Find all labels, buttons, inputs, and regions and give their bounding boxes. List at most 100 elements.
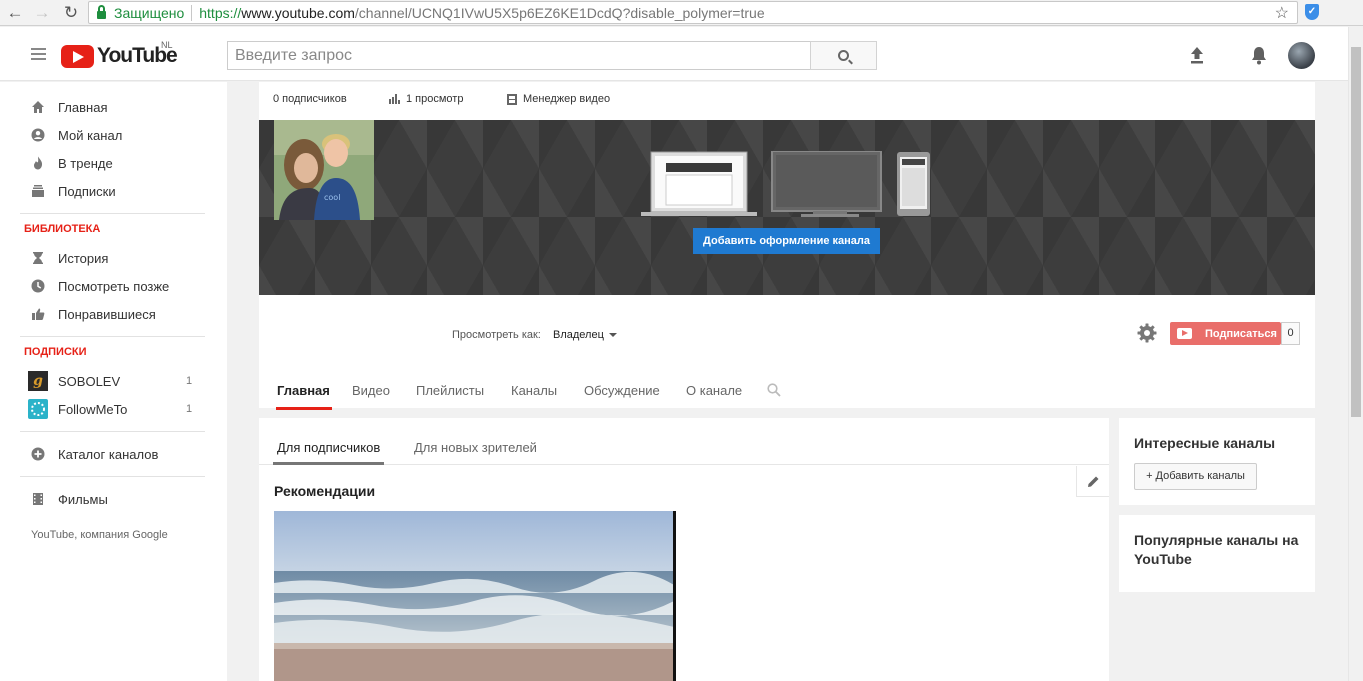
subscriber-count: 0 подписчиков bbox=[273, 93, 347, 105]
tab-for-new-viewers[interactable]: Для новых зрителей bbox=[414, 440, 537, 455]
featured-channels-card: Интересные каналы + Добавить каналы bbox=[1119, 418, 1315, 505]
search-input[interactable]: Введите запрос bbox=[227, 41, 811, 70]
tab-for-subscribers[interactable]: Для подписчиков bbox=[272, 440, 385, 465]
sidebar-item-label: Главная bbox=[58, 99, 108, 115]
subscriptions-icon bbox=[32, 185, 44, 197]
upload-icon[interactable] bbox=[1188, 46, 1206, 64]
channel-search-icon[interactable] bbox=[767, 383, 781, 402]
thumbs-up-icon bbox=[32, 308, 45, 320]
edit-section-button[interactable] bbox=[1076, 466, 1109, 497]
tab-about[interactable]: О канале bbox=[686, 383, 742, 398]
lock-icon bbox=[97, 4, 106, 19]
sidebar-item-liked[interactable]: Понравившиеся bbox=[0, 300, 227, 328]
sidebar-divider bbox=[20, 476, 205, 477]
omnibox-divider bbox=[191, 4, 193, 21]
account-avatar[interactable] bbox=[1288, 42, 1315, 69]
sobolev-channel-icon: g bbox=[28, 371, 48, 391]
sidebar-item-subscriptions[interactable]: Подписки bbox=[0, 177, 227, 205]
sidebar-item-label: Каталог каналов bbox=[58, 446, 159, 462]
sidebar-item-channel-catalog[interactable]: Каталог каналов bbox=[0, 440, 227, 468]
flame-icon bbox=[34, 156, 43, 170]
channel-stats-bar: 0 подписчиков 1 просмотр Менеджер видео bbox=[259, 82, 1315, 120]
home-icon bbox=[32, 101, 44, 113]
new-video-count: 1 bbox=[186, 403, 193, 415]
sidebar-item-label: Посмотреть позже bbox=[58, 278, 170, 294]
section-title: Рекомендации bbox=[274, 483, 376, 499]
sidebar-item-label: FollowMeTo bbox=[58, 401, 128, 417]
audience-tabs: Для подписчиков Для новых зрителей bbox=[259, 418, 1109, 465]
reload-icon[interactable]: ↻ bbox=[58, 0, 84, 26]
menu-icon[interactable] bbox=[31, 48, 46, 60]
sidebar-item-watch-later[interactable]: Посмотреть позже bbox=[0, 272, 227, 300]
view-as-value: Владелец bbox=[553, 329, 604, 341]
sidebar-item-followmeto[interactable]: FollowMeTo 1 bbox=[0, 395, 227, 423]
region-code: NL bbox=[161, 40, 173, 50]
popular-channels-title[interactable]: Популярные каналы на YouTube bbox=[1134, 531, 1304, 569]
back-icon[interactable]: ← bbox=[2, 0, 28, 26]
sidebar-item-label: Понравившиеся bbox=[58, 306, 156, 322]
video-manager-link[interactable]: Менеджер видео bbox=[507, 93, 610, 105]
sidebar-item-label: В тренде bbox=[58, 155, 113, 171]
sidebar-item-movies[interactable]: Фильмы bbox=[0, 485, 227, 513]
video-manager-text: Менеджер видео bbox=[523, 93, 611, 105]
sidebar-item-sobolev[interactable]: g SOBOLEV 1 bbox=[0, 367, 227, 395]
hourglass-icon bbox=[33, 252, 43, 264]
url-path: /channel/UCNQ1IVwU5X5p6EZ6KE1DcdQ?disabl… bbox=[354, 4, 765, 21]
tab-discussion[interactable]: Обсуждение bbox=[584, 383, 660, 398]
channel-header-bar: Просмотреть как: Владелец Подписаться 0 … bbox=[259, 295, 1315, 410]
view-count: 1 просмотр bbox=[389, 93, 463, 105]
sidebar-item-label: История bbox=[58, 250, 109, 266]
sidebar-item-label: Мой канал bbox=[58, 127, 123, 143]
url-protocol: https:// bbox=[199, 4, 242, 21]
bar-chart-icon bbox=[389, 94, 400, 104]
youtube-logo[interactable]: YouTube NL bbox=[61, 40, 178, 68]
popular-channels-card: Популярные каналы на YouTube bbox=[1119, 515, 1315, 592]
subscriptions-header[interactable]: ПОДПИСКИ bbox=[24, 346, 87, 358]
scrollbar-thumb[interactable] bbox=[1351, 47, 1361, 417]
sidebar-divider bbox=[20, 431, 205, 432]
pencil-icon bbox=[1087, 476, 1098, 487]
tab-playlists[interactable]: Плейлисты bbox=[416, 383, 484, 398]
channel-avatar[interactable]: cool bbox=[274, 120, 374, 220]
tab-home[interactable]: Главная bbox=[276, 383, 332, 410]
sidebar-item-trending[interactable]: В тренде bbox=[0, 149, 227, 177]
clock-icon bbox=[31, 279, 45, 293]
sidebar-divider bbox=[20, 213, 205, 214]
sidebar-item-my-channel[interactable]: Мой канал bbox=[0, 121, 227, 149]
subscribe-label: Подписаться bbox=[1205, 327, 1277, 340]
notifications-bell-icon[interactable] bbox=[1250, 45, 1268, 65]
sidebar-item-label: Подписки bbox=[58, 183, 116, 199]
youtube-play-icon bbox=[61, 44, 94, 68]
masthead: YouTube NL Введите запрос bbox=[0, 27, 1348, 81]
add-circle-icon bbox=[31, 447, 45, 461]
video-manager-icon bbox=[507, 93, 517, 105]
add-channels-button[interactable]: + Добавить каналы bbox=[1134, 463, 1257, 490]
new-video-count: 1 bbox=[186, 375, 193, 387]
featured-video-thumbnail[interactable] bbox=[274, 511, 676, 681]
bookmark-star-icon[interactable]: ☆ bbox=[1275, 3, 1289, 23]
search-button[interactable] bbox=[810, 41, 877, 70]
gear-icon[interactable] bbox=[1137, 323, 1157, 343]
svg-text:cool: cool bbox=[324, 193, 340, 202]
sidebar-divider bbox=[20, 336, 205, 337]
tab-channels[interactable]: Каналы bbox=[511, 383, 557, 398]
film-icon bbox=[33, 493, 43, 505]
page-scrollbar[interactable] bbox=[1348, 27, 1363, 681]
account-icon bbox=[31, 128, 45, 142]
sidebar-item-history[interactable]: История bbox=[0, 244, 227, 272]
sidebar-item-home[interactable]: Главная bbox=[0, 93, 227, 121]
address-bar[interactable]: Защищено https://www.youtube.com/channel… bbox=[88, 1, 1298, 24]
guide-sidebar: Главная Мой канал В тренде Подписки БИБЛ… bbox=[0, 82, 227, 681]
secure-label: Защищено bbox=[114, 4, 185, 21]
view-as-dropdown[interactable]: Владелец bbox=[553, 329, 617, 341]
view-as-label: Просмотреть как: bbox=[452, 329, 541, 341]
forward-icon[interactable]: → bbox=[29, 0, 55, 26]
channel-home-content: Для подписчиков Для новых зрителей Реком… bbox=[259, 418, 1109, 681]
extension-shield-icon[interactable]: ✓ bbox=[1305, 4, 1319, 20]
view-count-text: 1 просмотр bbox=[406, 93, 464, 105]
library-header[interactable]: БИБЛИОТЕКА bbox=[24, 223, 100, 235]
sidebar-item-label: SOBOLEV bbox=[58, 373, 121, 389]
add-channel-art-button[interactable]: Добавить оформление канала bbox=[693, 228, 880, 254]
subscribe-button[interactable]: Подписаться bbox=[1170, 322, 1281, 345]
tab-videos[interactable]: Видео bbox=[352, 383, 390, 398]
